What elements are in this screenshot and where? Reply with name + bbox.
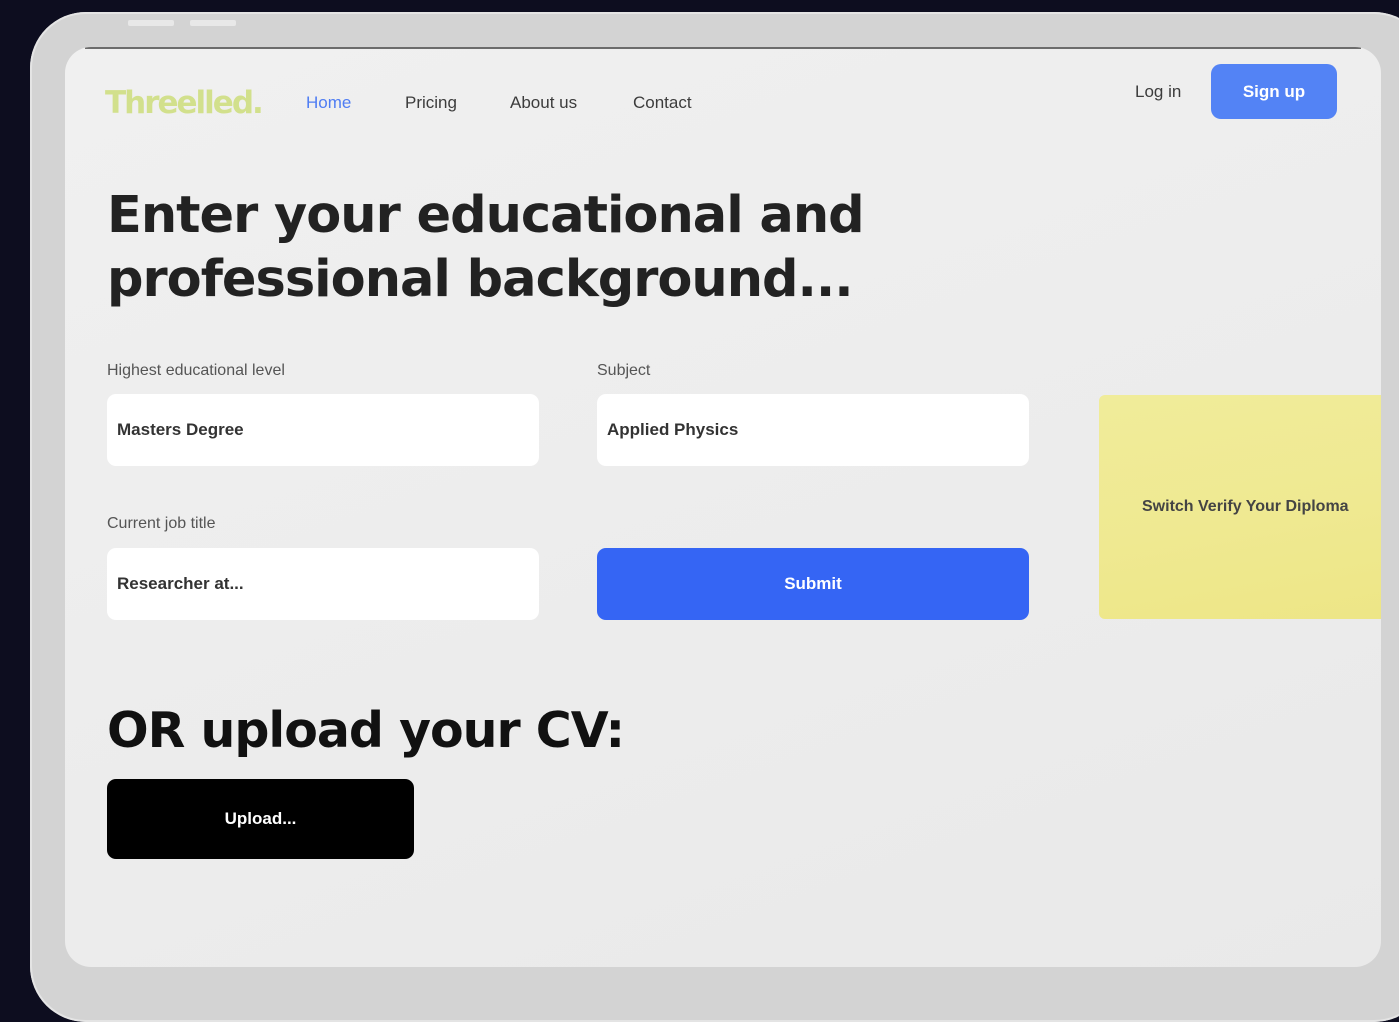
upload-button[interactable]: Upload...: [107, 779, 414, 859]
subject-value: Applied Physics: [607, 420, 739, 439]
signup-button[interactable]: Sign up: [1211, 64, 1337, 119]
education-label: Highest educational level: [107, 362, 285, 379]
nav-about-link[interactable]: About us: [510, 93, 577, 113]
nav-home-link[interactable]: Home: [306, 93, 351, 113]
heading-line-1: Enter your educational and: [107, 186, 865, 245]
device-edge-tab: [190, 20, 236, 26]
page-heading: Enter your educational and professional …: [107, 184, 867, 312]
submit-button[interactable]: Submit: [597, 548, 1029, 620]
device-edge-tab: [128, 20, 174, 26]
job-title-value: Researcher at...: [117, 574, 244, 593]
nav-pricing-link[interactable]: Pricing: [405, 93, 457, 113]
upload-cv-heading: OR upload your CV:: [107, 702, 625, 759]
nav-contact-link[interactable]: Contact: [633, 93, 692, 113]
brand-logo[interactable]: Threelled.: [105, 85, 264, 121]
app-screen: Threelled. Home Pricing About us Contact…: [65, 47, 1381, 967]
education-field[interactable]: Masters Degree: [107, 394, 539, 466]
education-value: Masters Degree: [117, 420, 244, 439]
login-link[interactable]: Log in: [1135, 82, 1181, 102]
verify-diploma-card[interactable]: Switch Verify Your Diploma: [1099, 395, 1381, 619]
job-title-field[interactable]: Researcher at...: [107, 548, 539, 620]
screen-top-edge: [85, 47, 1361, 49]
verify-diploma-text: Switch Verify Your Diploma: [1142, 498, 1349, 515]
subject-field[interactable]: Applied Physics: [597, 394, 1029, 466]
heading-line-2: professional background...: [107, 250, 854, 309]
subject-label: Subject: [597, 362, 651, 379]
job-title-label: Current job title: [107, 515, 216, 532]
